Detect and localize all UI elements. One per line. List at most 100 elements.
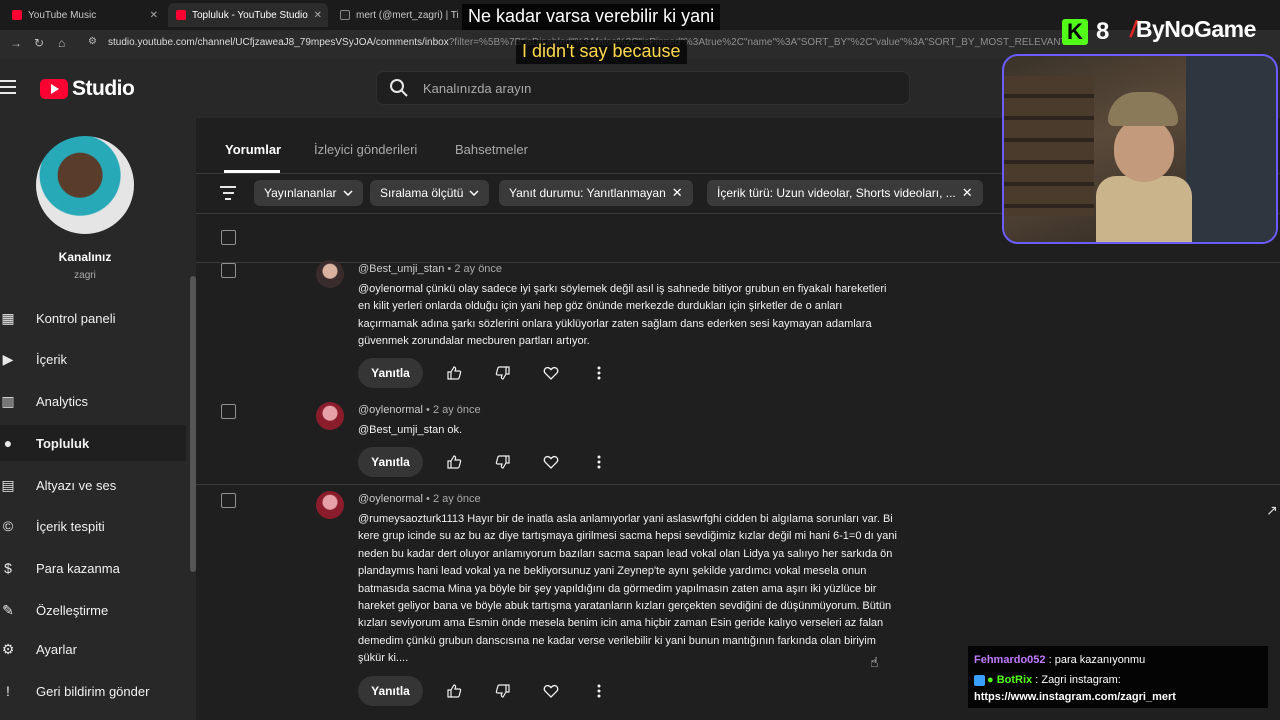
youtube-play-icon (40, 79, 68, 99)
sidebar-item-label: Analytics (36, 393, 89, 409)
browser-tab-youtube-music[interactable]: YouTube Music ✕ (4, 3, 164, 27)
channel-name: Kanalınız (58, 250, 112, 264)
stream-caption-turkish: Ne kadar varsa verebilir ki yani (462, 4, 721, 30)
url-path: studio.youtube.com/channel/UCfjzaweaJ8_7… (108, 37, 449, 48)
sidebar-item-settings[interactable]: ⚙ Ayarlar (0, 631, 186, 667)
avatar[interactable] (316, 260, 344, 288)
dislike-icon[interactable] (493, 363, 513, 383)
comment-text: @Best_umji_stan ok. (358, 424, 463, 436)
dislike-icon[interactable] (493, 681, 513, 701)
comment-author[interactable]: @oylenormal (358, 493, 423, 505)
viewer-count: 8 (1096, 18, 1110, 45)
more-vert-icon[interactable] (589, 452, 609, 472)
chip-label: İçerik türü: Uzun videolar, Shorts video… (717, 186, 956, 200)
sidebar-item-label: Özelleştirme (36, 602, 109, 618)
sidebar-item-copyright[interactable]: © İçerik tespiti (0, 508, 186, 544)
filter-chip-reply-status[interactable]: Yanıt durumu: Yanıtlanmayan ✕ (499, 180, 693, 206)
sidebar-item-label: Kontrol paneli (36, 310, 116, 326)
sidebar-item-label: İçerik (36, 351, 68, 367)
more-vert-icon[interactable] (589, 681, 609, 701)
comment-time: 2 ay önce (432, 493, 481, 505)
remove-filter-icon[interactable]: ✕ (962, 185, 973, 201)
chat-message: ● BotRix : Zagri instagram: (974, 670, 1262, 690)
bynogame-logo: /ByNoGame (1130, 16, 1256, 42)
chip-label: Yayınlananlar (264, 186, 337, 200)
stream-caption-english: I didn't say because (516, 40, 687, 64)
chevron-down-icon (469, 190, 479, 196)
search-input[interactable] (423, 80, 863, 96)
brand-text: ByNoGame (1135, 16, 1256, 42)
comment-meta: @Best_umji_stan • 2 ay önce (358, 263, 503, 275)
close-tab-icon[interactable]: ✕ (314, 10, 322, 21)
expand-arrow-icon[interactable]: ↗ (1266, 502, 1278, 519)
tab-viewer-posts[interactable]: İzleyici gönderileri (314, 142, 417, 157)
avatar[interactable] (316, 491, 344, 519)
reply-button[interactable]: Yanıtla (358, 676, 423, 706)
dislike-icon[interactable] (493, 452, 513, 472)
comment-checkbox[interactable] (221, 263, 236, 278)
sidebar-item-subtitles[interactable]: ▤ Altyazı ve ses (0, 467, 186, 503)
chip-label: Yanıt durumu: Yanıtlanmayan (509, 186, 666, 200)
settings-icon: ⚙ (1, 640, 15, 657)
sidebar-item-customization[interactable]: ✎ Özelleştirme (0, 592, 186, 628)
heart-icon[interactable] (541, 363, 561, 383)
like-icon[interactable] (444, 452, 464, 472)
kick-viewer-counter: K 8 (1062, 18, 1109, 46)
sidebar-item-content[interactable]: ▶ İçerik (0, 341, 186, 377)
streamer-webcam (1002, 54, 1278, 244)
comment-author[interactable]: @Best_umji_stan (358, 263, 444, 275)
sidebar-item-feedback[interactable]: ! Geri bildirim gönder (0, 673, 186, 709)
comment-text: @oylenormal çünkü olay sadece iyi şarkı … (358, 283, 887, 348)
youtube-studio-logo[interactable]: Studio (40, 77, 135, 101)
tiktok-favicon-icon (340, 10, 350, 20)
chip-label: Sıralama ölçütü (380, 186, 464, 200)
menu-icon[interactable] (0, 80, 16, 94)
studio-logo-text: Studio (72, 77, 135, 100)
avatar[interactable] (316, 402, 344, 430)
like-icon[interactable] (444, 363, 464, 383)
filter-chip-sort[interactable]: Sıralama ölçütü (370, 180, 490, 206)
tab-label: YouTube Music (28, 9, 97, 21)
bot-badge-icon (974, 674, 985, 686)
tab-label: Topluluk - YouTube Studio (192, 9, 308, 21)
filter-chip-content-type[interactable]: İçerik türü: Uzun videolar, Shorts video… (707, 180, 983, 206)
chat-text: : para kazanıyonmu (1048, 654, 1146, 666)
search-icon[interactable] (389, 78, 409, 98)
close-tab-icon[interactable]: ✕ (150, 10, 158, 21)
reply-button[interactable]: Yanıtla (358, 358, 423, 388)
browser-tab-tiktok[interactable]: mert (@mert_zagri) | TikTok (332, 3, 458, 27)
filter-icon[interactable] (220, 186, 236, 204)
like-icon[interactable] (444, 681, 464, 701)
select-all-checkbox[interactable] (221, 230, 236, 245)
sidebar-item-dashboard[interactable]: ▦ Kontrol paneli (0, 300, 186, 336)
tab-comments[interactable]: Yorumlar (225, 142, 281, 157)
chat-message: Fehmardo052 : para kazanıyonmu (974, 650, 1262, 670)
browser-tab-studio[interactable]: Topluluk - YouTube Studio ✕ (168, 3, 328, 27)
sidebar-item-label: Topluluk (36, 435, 90, 451)
chat-username: BotRix (996, 674, 1033, 686)
sidebar-item-analytics[interactable]: ▥ Analytics (0, 383, 186, 419)
heart-icon[interactable] (541, 452, 561, 472)
reload-icon[interactable]: ↻ (34, 36, 44, 50)
sidebar-item-community[interactable]: ● Topluluk (0, 425, 186, 461)
reply-button[interactable]: Yanıtla (358, 447, 423, 477)
site-info-icon[interactable]: ⚙ (88, 36, 97, 47)
channel-avatar[interactable] (36, 136, 134, 234)
comment-checkbox[interactable] (221, 404, 236, 419)
sidebar-item-monetization[interactable]: $ Para kazanma (0, 550, 186, 586)
more-vert-icon[interactable] (589, 363, 609, 383)
tab-mentions[interactable]: Bahsetmeler (455, 142, 528, 157)
sidebar-item-label: Altyazı ve ses (36, 477, 117, 493)
divider (196, 484, 1280, 485)
comment-checkbox[interactable] (221, 493, 236, 508)
remove-filter-icon[interactable]: ✕ (672, 185, 683, 201)
heart-icon[interactable] (541, 681, 561, 701)
back-arrow-icon[interactable]: → (10, 36, 22, 50)
home-icon[interactable]: ⌂ (58, 36, 65, 50)
comment-text: @rumeysaozturk1113 Hayır bir de inatla a… (358, 513, 897, 665)
filter-chip-published[interactable]: Yayınlananlar (254, 180, 363, 206)
community-icon: ● (3, 435, 13, 451)
comment-author[interactable]: @oylenormal (358, 404, 423, 416)
verified-icon: ● (987, 674, 994, 686)
chat-link: https://www.instagram.com/zagri_mert (974, 691, 1176, 703)
